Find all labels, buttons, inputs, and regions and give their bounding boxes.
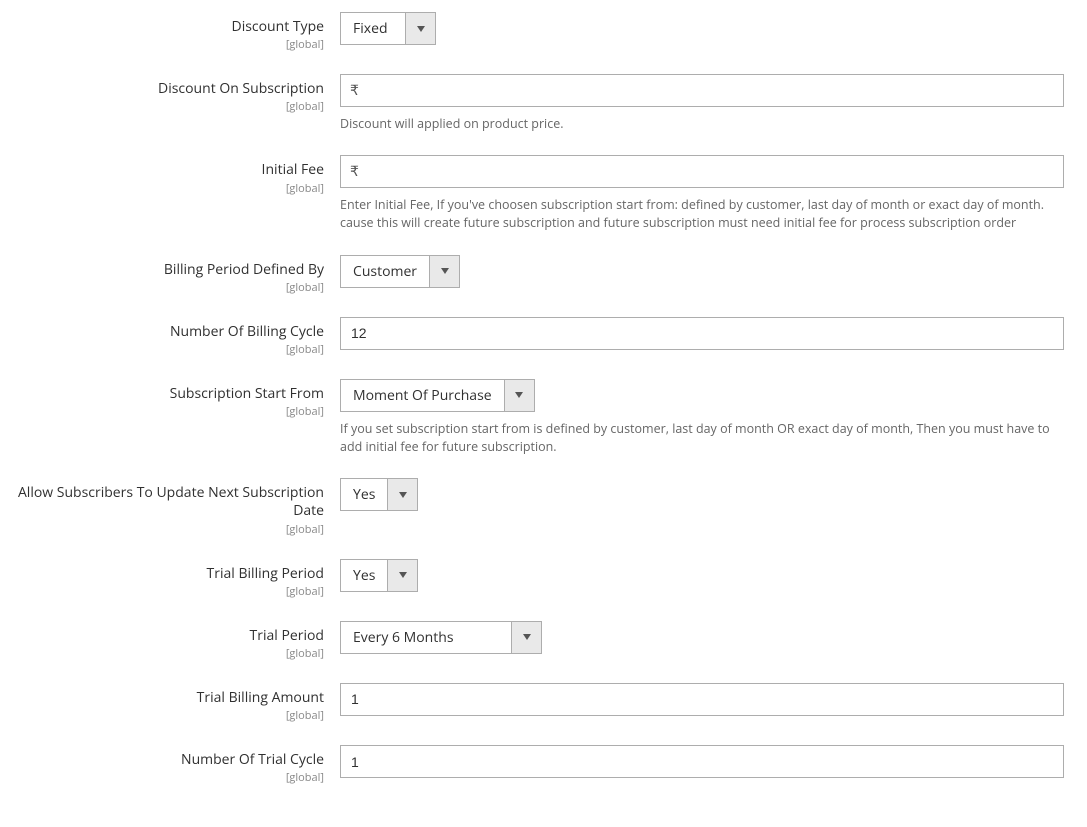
scope-label: [global] xyxy=(0,181,324,196)
subscription-start-from-select[interactable]: Moment Of Purchase xyxy=(340,379,535,412)
field-row-initial-fee: Initial Fee [global] ₹ Enter Initial Fee… xyxy=(0,155,1077,232)
trial-period-select[interactable]: Every 6 Months xyxy=(340,621,542,654)
caret-down-icon xyxy=(405,13,435,44)
field-row-billing-period-defined-by: Billing Period Defined By [global] Custo… xyxy=(0,255,1077,295)
field-row-number-of-billing-cycle: Number Of Billing Cycle [global] xyxy=(0,317,1077,357)
allow-update-next-date-select[interactable]: Yes xyxy=(340,478,418,511)
field-row-trial-billing-amount: Trial Billing Amount [global] xyxy=(0,683,1077,723)
discount-type-select[interactable]: Fixed xyxy=(340,12,436,45)
initial-fee-input[interactable] xyxy=(340,155,1064,188)
caret-down-icon xyxy=(511,622,541,653)
trial-billing-period-select[interactable]: Yes xyxy=(340,559,418,592)
billing-period-defined-by-value: Customer xyxy=(341,256,429,287)
field-row-number-of-trial-cycle: Number Of Trial Cycle [global] xyxy=(0,745,1077,785)
allow-update-next-date-label: Allow Subscribers To Update Next Subscri… xyxy=(0,484,324,520)
scope-label: [global] xyxy=(0,280,324,295)
scope-label: [global] xyxy=(0,770,324,785)
discount-on-subscription-hint: Discount will applied on product price. xyxy=(340,115,1064,133)
field-row-allow-update-next-date: Allow Subscribers To Update Next Subscri… xyxy=(0,478,1077,536)
number-of-trial-cycle-label: Number Of Trial Cycle xyxy=(0,751,324,769)
caret-down-icon xyxy=(387,560,417,591)
subscription-start-from-value: Moment Of Purchase xyxy=(341,380,504,411)
subscription-start-from-label: Subscription Start From xyxy=(0,385,324,403)
scope-label: [global] xyxy=(0,99,324,114)
scope-label: [global] xyxy=(0,708,324,723)
scope-label: [global] xyxy=(0,522,324,537)
initial-fee-hint: Enter Initial Fee, If you've choosen sub… xyxy=(340,196,1064,232)
scope-label: [global] xyxy=(0,37,324,52)
scope-label: [global] xyxy=(0,404,324,419)
field-row-trial-period: Trial Period [global] Every 6 Months xyxy=(0,621,1077,661)
discount-type-label: Discount Type xyxy=(0,18,324,36)
field-row-trial-billing-period: Trial Billing Period [global] Yes xyxy=(0,559,1077,599)
scope-label: [global] xyxy=(0,584,324,599)
field-row-discount-on-subscription: Discount On Subscription [global] ₹ Disc… xyxy=(0,74,1077,133)
caret-down-icon xyxy=(429,256,459,287)
scope-label: [global] xyxy=(0,342,324,357)
trial-billing-amount-input[interactable] xyxy=(340,683,1064,716)
trial-billing-period-label: Trial Billing Period xyxy=(0,565,324,583)
allow-update-next-date-value: Yes xyxy=(341,479,387,510)
trial-period-label: Trial Period xyxy=(0,627,324,645)
field-row-subscription-start-from: Subscription Start From [global] Moment … xyxy=(0,379,1077,456)
billing-period-defined-by-label: Billing Period Defined By xyxy=(0,261,324,279)
initial-fee-label: Initial Fee xyxy=(0,161,324,179)
caret-down-icon xyxy=(504,380,534,411)
discount-type-value: Fixed xyxy=(341,13,405,44)
scope-label: [global] xyxy=(0,646,324,661)
trial-billing-amount-label: Trial Billing Amount xyxy=(0,689,324,707)
trial-billing-period-value: Yes xyxy=(341,560,387,591)
subscription-start-from-hint: If you set subscription start from is de… xyxy=(340,420,1064,456)
caret-down-icon xyxy=(387,479,417,510)
number-of-billing-cycle-label: Number Of Billing Cycle xyxy=(0,323,324,341)
number-of-billing-cycle-input[interactable] xyxy=(340,317,1064,350)
number-of-trial-cycle-input[interactable] xyxy=(340,745,1064,778)
subscription-settings-form: Discount Type [global] Fixed Discount On… xyxy=(0,0,1087,827)
discount-on-subscription-input[interactable] xyxy=(340,74,1064,107)
field-row-discount-type: Discount Type [global] Fixed xyxy=(0,12,1077,52)
billing-period-defined-by-select[interactable]: Customer xyxy=(340,255,460,288)
discount-on-subscription-label: Discount On Subscription xyxy=(0,80,324,98)
trial-period-value: Every 6 Months xyxy=(341,622,511,653)
